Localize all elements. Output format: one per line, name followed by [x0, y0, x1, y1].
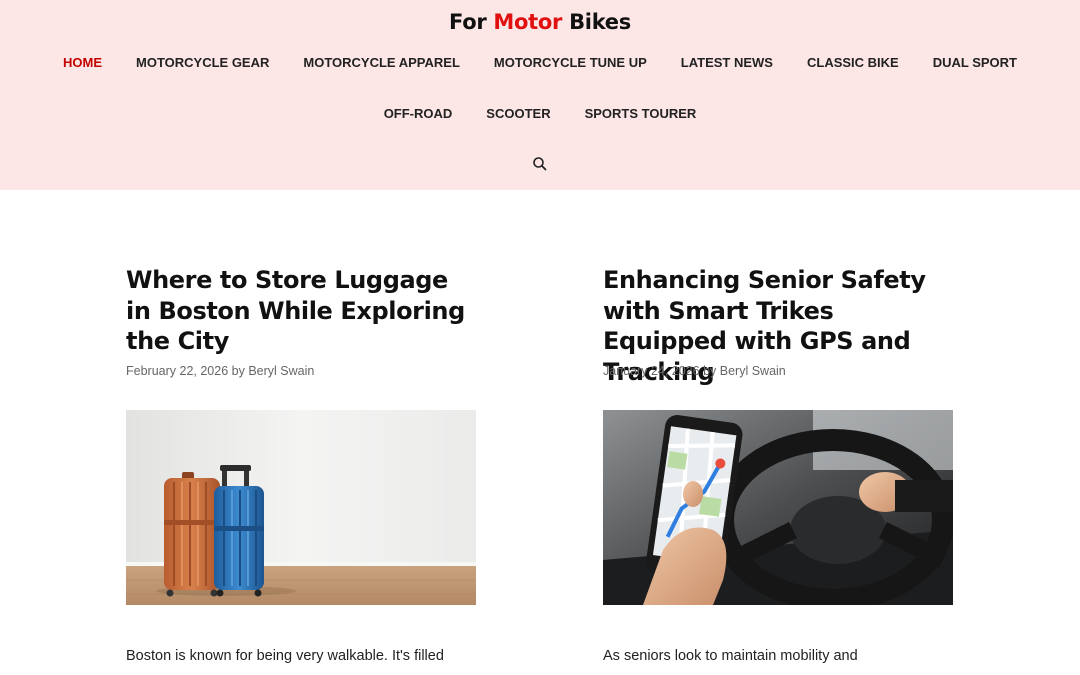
post-meta: February 22, 2026 by Beryl Swain [126, 364, 314, 378]
nav-item-motorcycle-tune-up[interactable]: MOTORCYCLE TUNE UP [477, 53, 664, 73]
nav-item-motorcycle-gear[interactable]: MOTORCYCLE GEAR [119, 53, 286, 73]
post-title[interactable]: Where to Store Luggage in Boston While E… [126, 265, 476, 357]
post-date[interactable]: January 24, 2026 [603, 364, 700, 378]
logo-text-bikes: Bikes [562, 10, 631, 34]
nav-item-off-road[interactable]: OFF-ROAD [367, 104, 470, 124]
nav-item-dual-sport[interactable]: DUAL SPORT [916, 53, 1034, 73]
primary-nav-row-1: HOME MOTORCYCLE GEAR MOTORCYCLE APPAREL … [0, 53, 1080, 73]
nav-item-scooter[interactable]: SCOOTER [469, 104, 567, 124]
logo-text-motor: Motor [493, 10, 563, 34]
nav-item-sports-tourer[interactable]: SPORTS TOURER [568, 104, 714, 124]
nav-item-latest-news[interactable]: LATEST NEWS [664, 53, 790, 73]
post-card-senior-safety: Enhancing Senior Safety with Smart Trike… [603, 265, 953, 664]
post-excerpt: As seniors look to maintain mobility and [603, 648, 858, 664]
nav-item-home[interactable]: HOME [46, 53, 119, 73]
site-header: For Motor Bikes HOME MOTORCYCLE GEAR MOT… [0, 0, 1080, 190]
post-meta: January 24, 2026 by Beryl Swain [603, 364, 786, 378]
site-logo[interactable]: For Motor Bikes [0, 8, 1080, 36]
search-icon[interactable] [532, 156, 548, 172]
post-card-luggage: Where to Store Luggage in Boston While E… [126, 265, 476, 664]
post-excerpt: Boston is known for being very walkable.… [126, 648, 444, 664]
post-author-link[interactable]: Beryl Swain [720, 364, 786, 378]
post-author-link[interactable]: Beryl Swain [248, 364, 314, 378]
gps-phone-driving-photo[interactable] [603, 410, 953, 605]
primary-nav-row-2: OFF-ROAD SCOOTER SPORTS TOURER [0, 104, 1080, 124]
post-by: by [699, 364, 720, 378]
logo-text-for: For [449, 10, 494, 34]
post-by: by [228, 364, 249, 378]
nav-item-classic-bike[interactable]: CLASSIC BIKE [790, 53, 916, 73]
post-date[interactable]: February 22, 2026 [126, 364, 228, 378]
nav-item-motorcycle-apparel[interactable]: MOTORCYCLE APPAREL [286, 53, 477, 73]
luggage-photo[interactable] [126, 410, 476, 605]
